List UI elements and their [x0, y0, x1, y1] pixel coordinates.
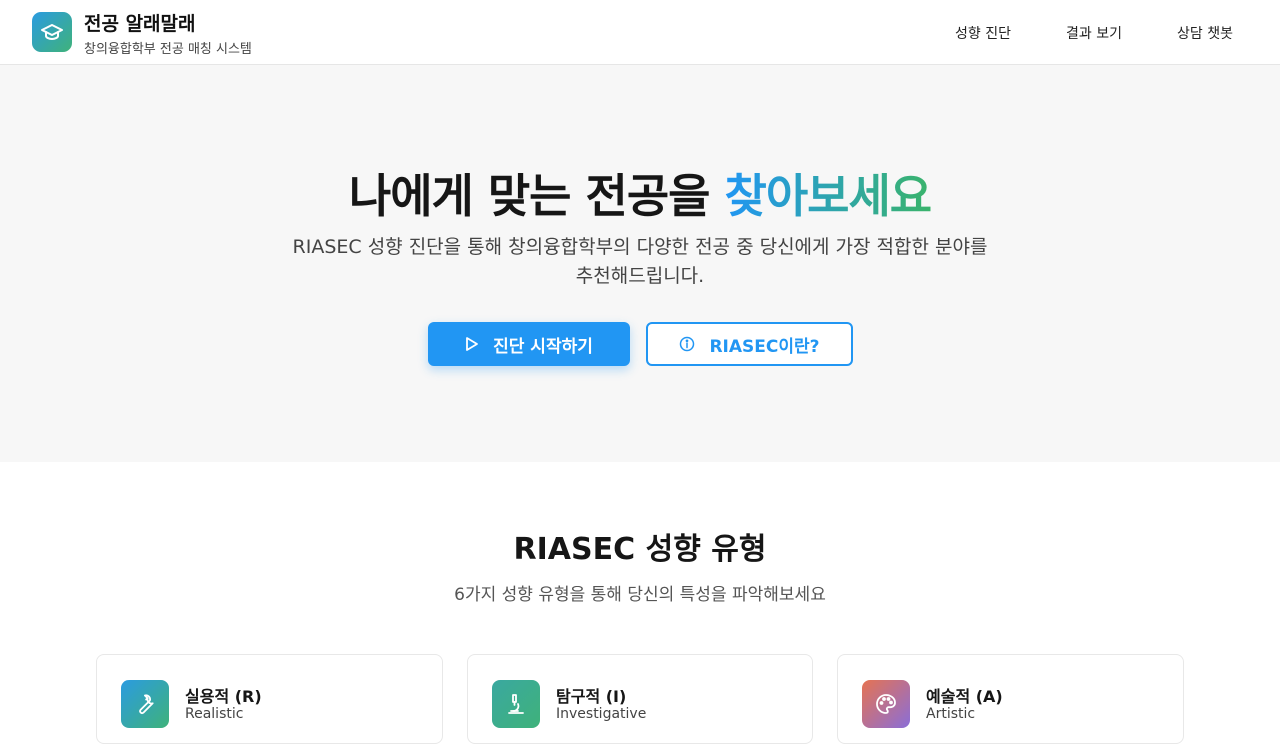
start-test-button[interactable]: 진단 시작하기	[428, 322, 630, 366]
card-icon-box	[862, 680, 910, 728]
what-is-riasec-label: RIASEC이란?	[709, 336, 820, 357]
card-title: 실용적 (R)	[185, 687, 262, 706]
info-icon	[680, 336, 695, 352]
palette-icon	[876, 694, 896, 714]
start-test-label: 진단 시작하기	[493, 336, 593, 357]
logo[interactable]	[32, 12, 72, 52]
brand-title: 전공 알래말래	[84, 13, 196, 35]
nav-personality-test[interactable]: 성향 진단	[955, 23, 1011, 43]
hero-title: 나에게 맞는 전공을 찾아보세요	[0, 160, 1280, 226]
what-is-riasec-button[interactable]: RIASEC이란?	[646, 322, 853, 366]
riasec-card-investigative[interactable]: 탐구적 (I) Investigative	[467, 654, 813, 744]
card-icon-box	[492, 680, 540, 728]
hero-section: 나에게 맞는 전공을 찾아보세요 RIASEC 성향 진단을 통해 창의융합학부…	[0, 65, 1280, 462]
brand-subtitle: 창의융합학부 전공 매칭 시스템	[84, 42, 252, 57]
microscope-icon	[508, 694, 524, 714]
graduation-cap-icon	[41, 24, 63, 40]
hero-description: RIASEC 성향 진단을 통해 창의융합학부의 다양한 전공 중 당신에게 가…	[292, 236, 988, 287]
card-icon-box	[121, 680, 169, 728]
card-title: 탐구적 (I)	[556, 687, 627, 706]
play-icon	[466, 337, 479, 351]
riasec-section-title: RIASEC 성향 유형	[513, 532, 767, 567]
nav-view-results[interactable]: 결과 보기	[1066, 23, 1122, 43]
riasec-card-realistic[interactable]: 실용적 (R) Realistic	[96, 654, 443, 744]
riasec-card-artistic[interactable]: 예술적 (A) Artistic	[837, 654, 1184, 744]
riasec-section-subtitle: 6가지 성향 유형을 통해 당신의 특성을 파악해보세요	[454, 585, 826, 605]
card-title: 예술적 (A)	[926, 687, 1003, 706]
hero-title-highlight: 찾아보세요	[724, 169, 933, 223]
top-header: 전공 알래말래 창의융합학부 전공 매칭 시스템 성향 진단 결과 보기 상담 …	[0, 0, 1280, 65]
wrench-icon	[139, 694, 154, 714]
nav-counsel-chatbot[interactable]: 상담 챗봇	[1177, 23, 1233, 43]
hero-title-text: 나에게 맞는 전공을	[348, 169, 725, 223]
